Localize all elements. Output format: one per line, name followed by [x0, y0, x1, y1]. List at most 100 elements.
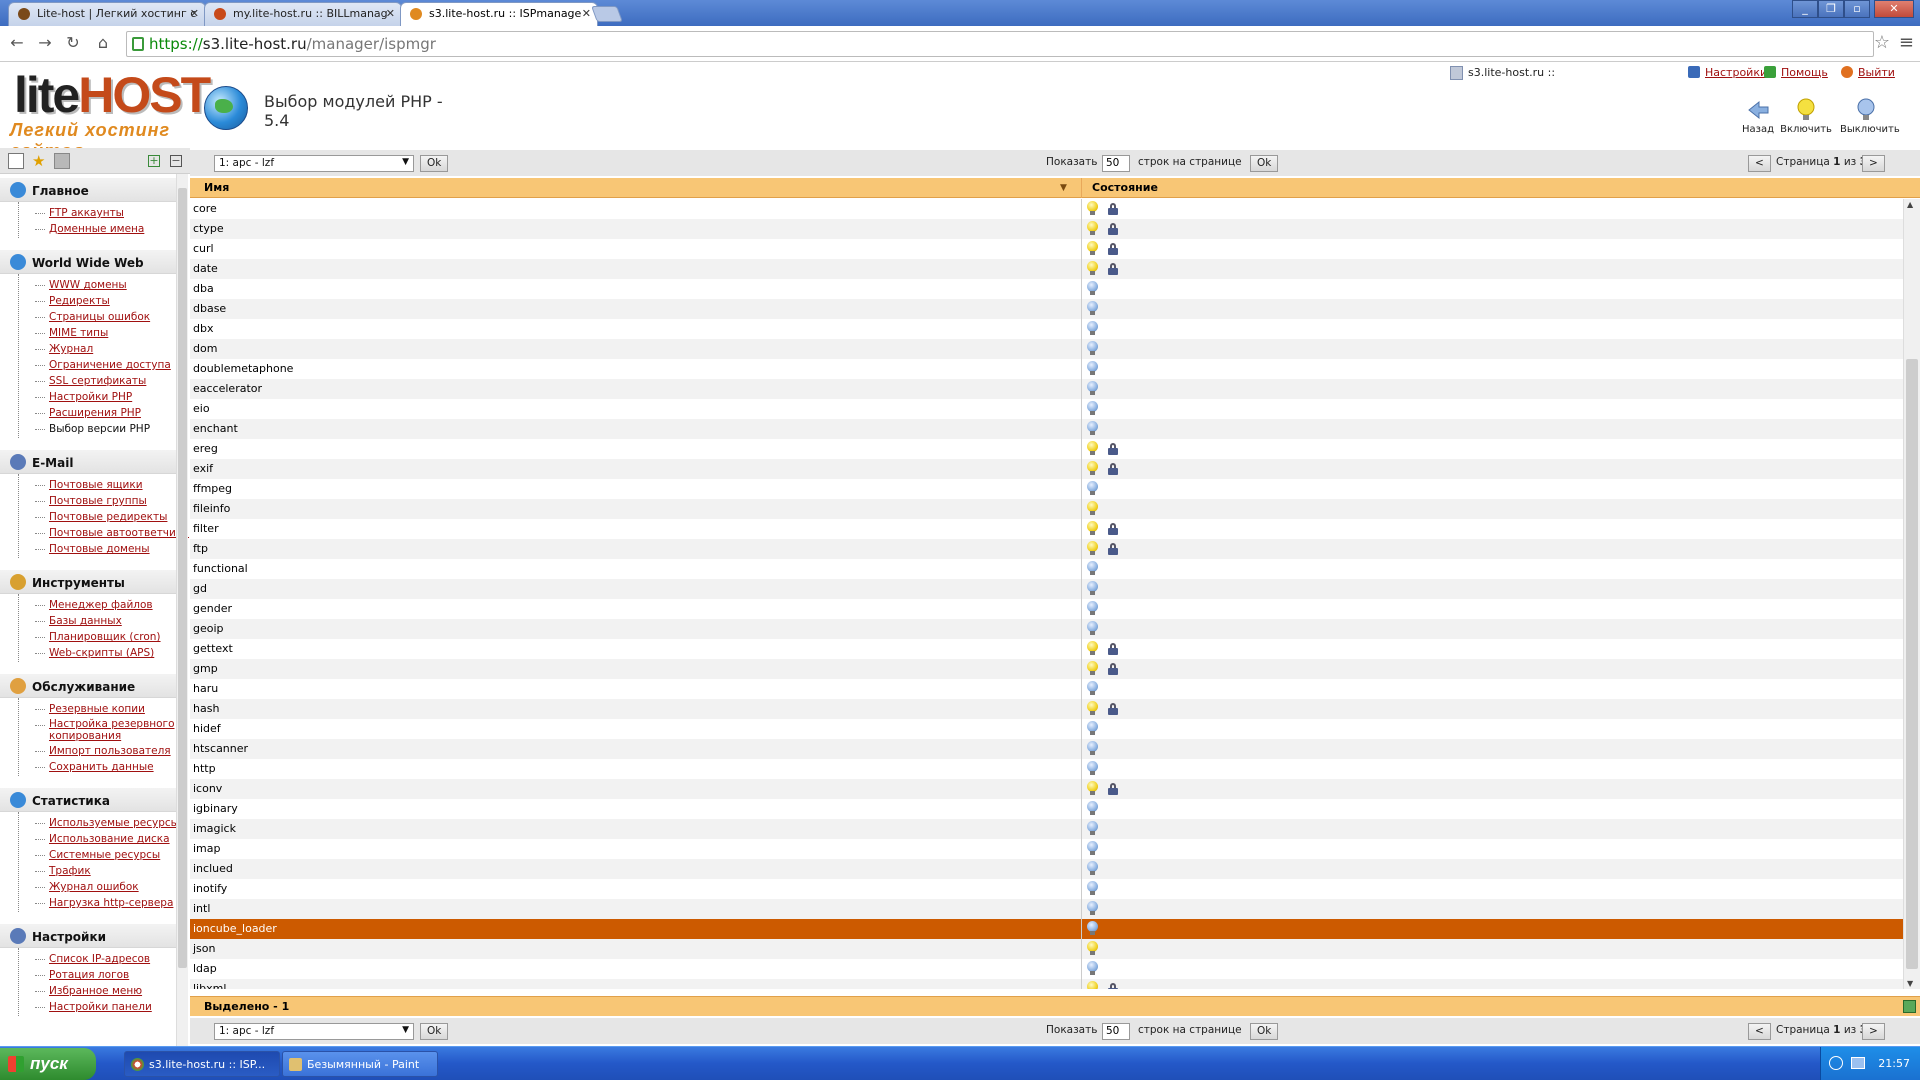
- sidebar-item[interactable]: Доменные имена: [35, 222, 176, 238]
- table-row[interactable]: dba: [190, 279, 1903, 299]
- sidebar-item[interactable]: Почтовые домены: [35, 542, 176, 558]
- table-row[interactable]: json: [190, 939, 1903, 959]
- table-row[interactable]: exif: [190, 459, 1903, 479]
- sidebar-scroll-thumb[interactable]: [178, 188, 187, 968]
- table-row[interactable]: gender: [190, 599, 1903, 619]
- favorites-star-icon[interactable]: ★: [32, 153, 48, 169]
- tray-arrow-icon[interactable]: [1829, 1056, 1843, 1070]
- network-icon[interactable]: [1851, 1057, 1865, 1069]
- taskbar-item-browser[interactable]: s3.lite-host.ru :: ISP...: [124, 1051, 280, 1077]
- reload-icon[interactable]: ↻: [62, 32, 84, 54]
- table-row[interactable]: dom: [190, 339, 1903, 359]
- table-row[interactable]: imap: [190, 839, 1903, 859]
- sidebar-item[interactable]: Почтовые ящики: [35, 478, 176, 494]
- table-row[interactable]: http: [190, 759, 1903, 779]
- table-row[interactable]: ffmpeg: [190, 479, 1903, 499]
- next-page-button[interactable]: >: [1862, 155, 1885, 172]
- browser-menu-icon[interactable]: ≡: [1899, 32, 1914, 53]
- restore-button[interactable]: ❐: [1818, 0, 1844, 18]
- sidebar-group-header[interactable]: Обслуживание: [0, 674, 176, 698]
- logout-link[interactable]: Выйти: [1841, 66, 1895, 79]
- menu-list-icon[interactable]: [8, 153, 24, 169]
- table-row[interactable]: iconv: [190, 779, 1903, 799]
- sidebar-item[interactable]: Базы данных: [35, 614, 176, 630]
- table-row[interactable]: imagick: [190, 819, 1903, 839]
- folder-icon[interactable]: [54, 153, 70, 169]
- table-row[interactable]: intl: [190, 899, 1903, 919]
- table-row[interactable]: gd: [190, 579, 1903, 599]
- sidebar-item[interactable]: Настройка резервного копирования: [35, 718, 176, 744]
- sidebar-item[interactable]: Журнал ошибок: [35, 880, 176, 896]
- per-page-input[interactable]: 50: [1102, 1023, 1130, 1040]
- table-row[interactable]: filter: [190, 519, 1903, 539]
- per-page-ok-button[interactable]: Ok: [1250, 1023, 1279, 1040]
- prev-page-button[interactable]: <: [1748, 1023, 1771, 1040]
- table-scroll-thumb[interactable]: [1906, 359, 1918, 969]
- close-window-button[interactable]: ✕: [1874, 0, 1914, 18]
- disable-button[interactable]: Выключить: [1840, 98, 1900, 144]
- sidebar-group-header[interactable]: E-Mail: [0, 450, 176, 474]
- help-link[interactable]: Помощь: [1764, 66, 1828, 79]
- table-row[interactable]: ereg: [190, 439, 1903, 459]
- minimize-button[interactable]: _: [1792, 0, 1818, 18]
- sidebar-item[interactable]: Трафик: [35, 864, 176, 880]
- sort-arrow-icon[interactable]: ▼: [1060, 183, 1067, 193]
- next-page-button[interactable]: >: [1862, 1023, 1885, 1040]
- export-icon[interactable]: [1903, 1000, 1916, 1013]
- browser-tab-1[interactable]: Lite-host | Легкий хостинг с ✕: [8, 2, 206, 26]
- table-row[interactable]: dbase: [190, 299, 1903, 319]
- sidebar-item[interactable]: Сохранить данные: [35, 760, 176, 776]
- scroll-up-icon[interactable]: ▲: [1907, 200, 1913, 209]
- table-row[interactable]: date: [190, 259, 1903, 279]
- sidebar-item[interactable]: Настройки PHP: [35, 390, 176, 406]
- sidebar-item[interactable]: WWW домены: [35, 278, 176, 294]
- sidebar-item[interactable]: Ротация логов: [35, 968, 176, 984]
- sidebar-group-header[interactable]: World Wide Web: [0, 250, 176, 274]
- sidebar-item[interactable]: Журнал: [35, 342, 176, 358]
- enable-button[interactable]: Включить: [1780, 98, 1832, 144]
- back-arrow-icon[interactable]: ←: [6, 32, 28, 54]
- per-page-input[interactable]: 50: [1102, 155, 1130, 172]
- sidebar-item[interactable]: Страницы ошибок: [35, 310, 176, 326]
- column-header-name[interactable]: Имя: [204, 181, 229, 194]
- sidebar-item[interactable]: SSL сертификаты: [35, 374, 176, 390]
- filter-select[interactable]: 1: apc - lzf: [214, 1023, 414, 1040]
- table-row[interactable]: curl: [190, 239, 1903, 259]
- filter-ok-button[interactable]: Ok: [420, 1023, 449, 1040]
- table-row[interactable]: doublemetaphone: [190, 359, 1903, 379]
- table-row[interactable]: ldap: [190, 959, 1903, 979]
- home-icon[interactable]: ⌂: [92, 32, 114, 54]
- sidebar-item[interactable]: Почтовые редиректы: [35, 510, 176, 526]
- table-scrollbar[interactable]: ▲ ▼: [1903, 199, 1920, 989]
- table-row[interactable]: core: [190, 199, 1903, 219]
- column-header-state[interactable]: Состояние: [1092, 181, 1158, 194]
- sidebar-group-header[interactable]: Инструменты: [0, 570, 176, 594]
- close-tab-icon[interactable]: ✕: [190, 7, 199, 20]
- table-row[interactable]: eio: [190, 399, 1903, 419]
- sidebar-item[interactable]: Менеджер файлов: [35, 598, 176, 614]
- sidebar-item[interactable]: FTP аккаунты: [35, 206, 176, 222]
- filter-select[interactable]: 1: apc - lzf: [214, 155, 414, 172]
- collapse-all-icon[interactable]: −: [170, 155, 182, 167]
- table-row[interactable]: dbx: [190, 319, 1903, 339]
- sidebar-item[interactable]: Используемые ресурсы: [35, 816, 179, 832]
- expand-all-icon[interactable]: +: [148, 155, 160, 167]
- sidebar-item[interactable]: Импорт пользователя: [35, 744, 176, 760]
- table-row[interactable]: ctype: [190, 219, 1903, 239]
- sidebar-group-header[interactable]: Статистика: [0, 788, 176, 812]
- table-row[interactable]: hidef: [190, 719, 1903, 739]
- window-menu-button[interactable]: ▫: [1844, 0, 1870, 18]
- sidebar-item[interactable]: Использование диска: [35, 832, 176, 848]
- table-row[interactable]: gmp: [190, 659, 1903, 679]
- sidebar-item[interactable]: Почтовые автоответчики: [35, 526, 189, 542]
- start-button[interactable]: пуск: [0, 1048, 96, 1080]
- sidebar-item[interactable]: Избранное меню: [35, 984, 176, 1000]
- table-row[interactable]: enchant: [190, 419, 1903, 439]
- taskbar-item-paint[interactable]: Безымянный - Paint: [282, 1051, 438, 1077]
- table-row[interactable]: functional: [190, 559, 1903, 579]
- sidebar-item[interactable]: Нагрузка http-сервера: [35, 896, 176, 912]
- sidebar-item[interactable]: Web-скрипты (APS): [35, 646, 176, 662]
- forward-arrow-icon[interactable]: →: [34, 32, 56, 54]
- per-page-ok-button[interactable]: Ok: [1250, 155, 1279, 172]
- bookmark-star-icon[interactable]: ☆: [1874, 32, 1890, 53]
